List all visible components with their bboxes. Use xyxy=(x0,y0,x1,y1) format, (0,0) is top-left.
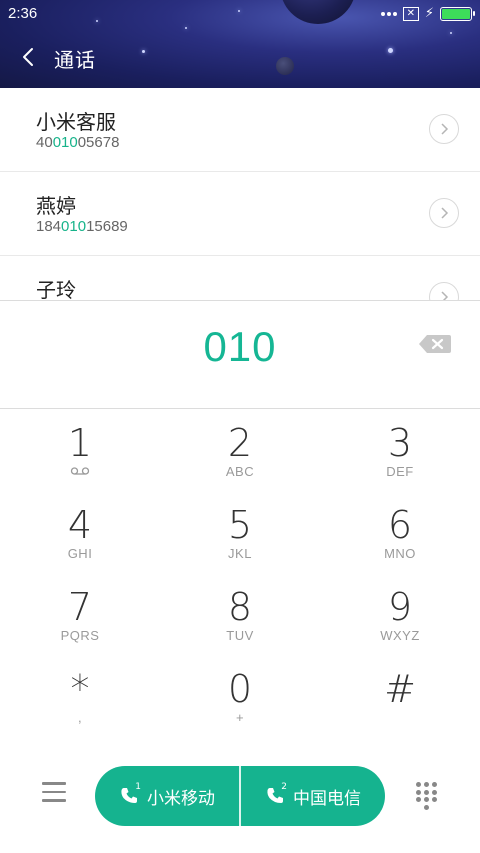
number-match: 010 xyxy=(61,218,87,235)
key-sub xyxy=(320,710,480,726)
key-digit: 0 xyxy=(227,667,253,711)
battery-level xyxy=(442,8,470,19)
contact-detail-button[interactable] xyxy=(429,198,459,228)
key-digit: 6 xyxy=(387,503,413,547)
key-9[interactable]: 9 WXYZ xyxy=(320,574,480,656)
key-sub: JKL xyxy=(228,546,252,561)
key-sub xyxy=(0,464,160,480)
key-sub: WXYZ xyxy=(380,628,420,643)
no-sim-icon: ✕ xyxy=(402,6,419,21)
key-sub: MNO xyxy=(384,546,416,561)
dialed-digits: 010 xyxy=(203,323,277,370)
sim1-number: 1 xyxy=(135,782,141,792)
status-time: 2:36 xyxy=(8,5,38,22)
key-2[interactable]: 2 ABC xyxy=(160,410,320,492)
key-sub: GHI xyxy=(67,546,93,561)
key-sub: ABC xyxy=(225,464,255,479)
sim1-label: 小米移动 xyxy=(147,788,215,809)
key-sub: DEF xyxy=(386,464,414,479)
call-sim1-button[interactable]: 1 小米移动 xyxy=(95,766,239,826)
key-digit: 5 xyxy=(227,503,253,547)
bottom-bar: 1 小米移动 2 中国电信 xyxy=(0,760,480,830)
key-digit: 2 xyxy=(227,421,253,465)
number-match: 010 xyxy=(52,134,78,151)
call-buttons: 1 小米移动 2 中国电信 xyxy=(95,766,385,826)
key-1[interactable]: 1 xyxy=(0,410,160,492)
contact-suggestions: 小米客服 4001005678 燕婷 18401015689 子玲 xyxy=(0,88,480,300)
key-3[interactable]: 3 DEF xyxy=(320,410,480,492)
key-5[interactable]: 5 JKL xyxy=(160,492,320,574)
key-0[interactable]: 0 + xyxy=(160,656,320,738)
key-digit: 1 xyxy=(67,421,93,465)
star-decoration xyxy=(450,32,452,34)
back-button[interactable] xyxy=(14,42,44,72)
key-6[interactable]: 6 MNO xyxy=(320,492,480,574)
key-digit: 7 xyxy=(67,585,93,629)
key-hash[interactable]: # xyxy=(320,656,480,738)
status-icons: ✕ ⚡ xyxy=(380,6,475,21)
key-digit: 3 xyxy=(387,421,413,465)
battery-icon xyxy=(440,6,475,21)
contact-detail-button[interactable] xyxy=(429,282,459,300)
keypad: 1 2 ABC 3 DEF 4 GHI 5 JKL 6 MNO 7 PQRS 8… xyxy=(0,410,480,740)
page-title: 通话 xyxy=(54,48,96,72)
key-sub: + xyxy=(235,710,245,725)
chevron-left-icon xyxy=(23,48,33,66)
phone-icon: 1 xyxy=(119,782,141,806)
menu-icon xyxy=(42,782,66,785)
header: 2:36 ✕ ⚡ 通话 xyxy=(0,0,480,88)
sim2-number: 2 xyxy=(281,782,287,792)
charging-icon: ⚡ xyxy=(424,6,434,21)
voicemail-icon xyxy=(70,467,90,475)
key-digit: 9 xyxy=(387,585,413,629)
status-bar: 2:36 ✕ ⚡ xyxy=(0,0,480,28)
chevron-right-icon xyxy=(441,207,449,219)
title-row: 通话 xyxy=(0,40,480,76)
sim2-label: 中国电信 xyxy=(293,788,361,809)
key-digit: # xyxy=(384,667,416,711)
more-dots-icon xyxy=(380,11,397,16)
contact-number: 18401015689 xyxy=(36,218,128,235)
contact-item[interactable]: 小米客服 4001005678 xyxy=(0,88,480,172)
contact-name: 子玲 xyxy=(36,278,76,300)
contact-name: 燕婷 xyxy=(36,194,76,218)
menu-button[interactable] xyxy=(42,782,66,804)
contact-item[interactable]: 燕婷 18401015689 xyxy=(0,172,480,256)
backspace-button[interactable] xyxy=(418,333,452,355)
phone-icon: 2 xyxy=(265,782,287,806)
call-divider xyxy=(239,766,241,826)
backspace-icon xyxy=(419,335,451,353)
chevron-right-icon xyxy=(441,123,449,135)
key-star[interactable]: * , xyxy=(0,656,160,738)
chevron-right-icon xyxy=(441,291,449,300)
contact-item[interactable]: 子玲 xyxy=(0,256,480,300)
key-7[interactable]: 7 PQRS xyxy=(0,574,160,656)
key-digit: * xyxy=(70,667,90,711)
key-sub: , xyxy=(77,710,83,725)
call-sim2-button[interactable]: 2 中国电信 xyxy=(241,766,385,826)
key-8[interactable]: 8 TUV xyxy=(160,574,320,656)
key-4[interactable]: 4 GHI xyxy=(0,492,160,574)
key-digit: 4 xyxy=(67,503,93,547)
key-digit: 8 xyxy=(227,585,253,629)
contact-name: 小米客服 xyxy=(36,110,116,134)
digits-display: 010 xyxy=(0,300,480,409)
contact-detail-button[interactable] xyxy=(429,114,459,144)
contact-number: 4001005678 xyxy=(36,134,120,151)
dialpad-icon xyxy=(416,782,421,787)
key-sub: PQRS xyxy=(60,628,100,643)
dialpad-toggle-button[interactable] xyxy=(416,782,438,810)
key-sub: TUV xyxy=(226,628,254,643)
